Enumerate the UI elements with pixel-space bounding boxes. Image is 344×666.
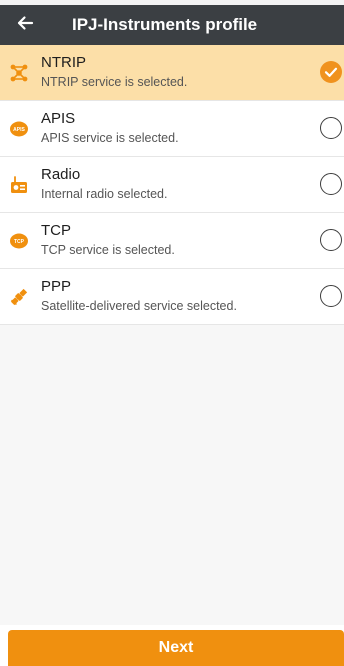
arrow-left-icon	[16, 14, 34, 37]
item-subtitle: TCP service is selected.	[41, 243, 175, 257]
network-icon	[9, 63, 29, 83]
radio-button[interactable]	[320, 173, 342, 195]
list-item-ntrip[interactable]: NTRIP NTRIP service is selected.	[0, 45, 344, 101]
svg-text:TCP: TCP	[14, 239, 25, 245]
item-title: APIS	[41, 110, 76, 127]
item-subtitle: NTRIP service is selected.	[41, 75, 188, 89]
apis-icon: APIS	[9, 119, 29, 139]
list-item-tcp[interactable]: TCP TCP TCP service is selected.	[0, 213, 344, 269]
list-item-ppp[interactable]: PPP Satellite-delivered service selected…	[0, 269, 344, 325]
selected-radio[interactable]	[320, 61, 342, 83]
tcp-icon: TCP	[9, 231, 29, 251]
page-title: IPJ-Instruments profile	[72, 15, 258, 34]
svg-text:APIS: APIS	[13, 127, 25, 133]
satellite-icon	[9, 287, 29, 307]
item-title: TCP	[41, 222, 71, 239]
item-subtitle: Internal radio selected.	[41, 187, 168, 201]
radio-icon	[9, 175, 29, 195]
list-item-apis[interactable]: APIS APIS APIS service is selected.	[0, 101, 344, 157]
radio-button[interactable]	[320, 285, 342, 307]
item-title: NTRIP	[41, 54, 86, 71]
service-list: NTRIP NTRIP service is selected. APIS AP…	[0, 45, 344, 325]
next-button[interactable]: Next	[8, 630, 344, 666]
radio-button[interactable]	[320, 229, 342, 251]
list-item-radio[interactable]: Radio Internal radio selected.	[0, 157, 344, 213]
item-subtitle: APIS service is selected.	[41, 131, 179, 145]
item-title: PPP	[41, 278, 72, 295]
back-button[interactable]	[10, 5, 40, 45]
app-header: IPJ-Instruments profile	[0, 5, 344, 45]
item-title: Radio	[41, 166, 81, 183]
empty-list-area	[0, 325, 344, 625]
checkmark-icon	[324, 67, 338, 77]
item-subtitle: Satellite-delivered service selected.	[41, 299, 237, 313]
radio-button[interactable]	[320, 117, 342, 139]
